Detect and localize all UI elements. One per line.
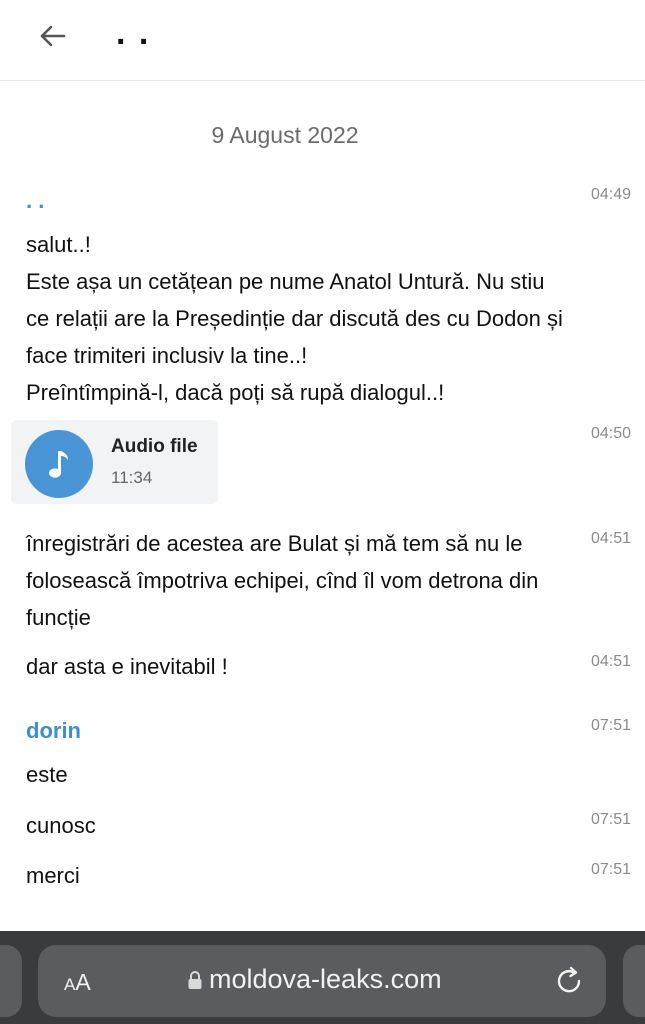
date-separator: 9 August 2022 <box>211 122 359 148</box>
text-size-label-large: A <box>75 969 91 995</box>
message-line: face trimiteri inclusiv la tine..! <box>26 343 308 368</box>
browser-toolbar: AA moldova-leaks.com <box>0 931 645 1024</box>
audio-play-button[interactable] <box>25 430 93 498</box>
message-time: 07:51 <box>590 811 631 828</box>
chat-title: . . <box>116 14 151 52</box>
audio-title: Audio file <box>111 436 198 457</box>
message-time: 04:51 <box>590 653 631 670</box>
audio-message[interactable]: Audio file 11:34 <box>11 420 218 504</box>
audio-duration: 11:34 <box>111 468 153 487</box>
music-note-icon <box>49 451 68 478</box>
message-line: funcție <box>26 605 91 630</box>
address-bar[interactable]: AA moldova-leaks.com <box>38 945 606 1017</box>
reload-icon[interactable] <box>554 966 584 996</box>
message-time: 07:51 <box>590 861 631 878</box>
lock-icon <box>188 971 202 989</box>
back-button[interactable] <box>36 20 68 52</box>
message-text: dar asta e inevitabil ! <box>26 654 228 679</box>
message-text: este <box>26 762 68 787</box>
message-text: cunosc <box>26 813 96 838</box>
message-line: înregistrări de acestea are Bulat și mă … <box>26 531 523 556</box>
previous-tab[interactable] <box>0 945 22 1017</box>
message-line: Preîntîmpină-l, dacă poți să rupă dialog… <box>26 380 445 405</box>
message-time: 04:51 <box>590 530 631 547</box>
message-line: ce relații are la Președinție dar discut… <box>26 306 563 331</box>
message-line: folosească împotriva echipei, cînd îl vo… <box>26 568 539 593</box>
message-sender[interactable]: dorin <box>26 718 81 744</box>
chat-header: . . <box>0 0 645 81</box>
back-arrow-icon <box>40 25 66 47</box>
message-text: salut..! Este așa un cetățean pe nume An… <box>26 226 606 411</box>
message-time: 04:49 <box>590 186 631 203</box>
url-text: moldova-leaks.com <box>209 964 442 994</box>
next-tab[interactable] <box>623 945 645 1017</box>
text-size-button[interactable]: AA <box>64 969 91 996</box>
message-line: salut..! <box>26 232 91 257</box>
message-line: Este așa un cetățean pe nume Anatol Untu… <box>26 269 545 294</box>
text-size-label-small: A <box>64 975 76 994</box>
message-time: 04:50 <box>590 425 631 442</box>
message-sender[interactable]: . . <box>26 188 44 214</box>
message-text: merci <box>26 863 80 888</box>
message-text: înregistrări de acestea are Bulat și mă … <box>26 525 606 636</box>
message-time: 07:51 <box>590 717 631 734</box>
